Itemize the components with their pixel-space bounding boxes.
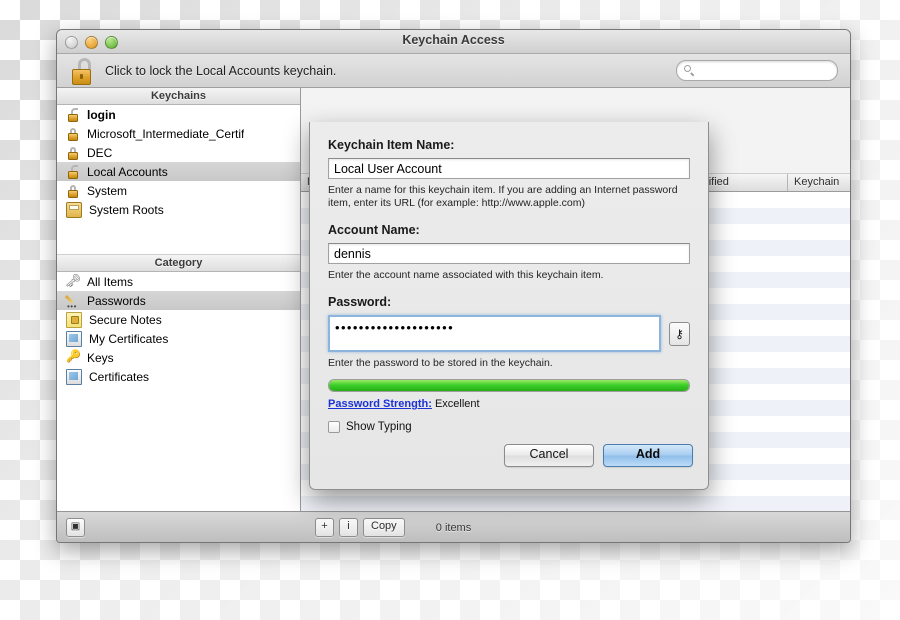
system-roots-icon	[66, 202, 82, 218]
sidebar-item-label: System Roots	[89, 203, 164, 217]
password-strength-bar	[328, 379, 690, 392]
sidebar-item-login[interactable]: login	[57, 105, 300, 124]
sidebar-item-label: All Items	[87, 275, 133, 289]
padlock-open-icon	[66, 108, 80, 122]
sidebar-item-label: Local Accounts	[87, 165, 168, 179]
show-typing-checkbox[interactable]	[328, 421, 340, 433]
certificate-icon	[66, 331, 82, 347]
password-strength-line: Password Strength: Excellent	[328, 398, 690, 410]
secure-note-icon	[66, 312, 82, 328]
sidebar-item-all-items[interactable]: All Items	[57, 272, 300, 291]
sidebar-item-my-certificates[interactable]: My Certificates	[57, 329, 300, 348]
lock-message: Click to lock the Local Accounts keychai…	[105, 64, 336, 78]
search-input[interactable]	[699, 64, 828, 78]
padlock-open-icon	[66, 165, 80, 179]
show-typing-row[interactable]: Show Typing	[328, 421, 690, 433]
bottom-bar: ▣ + i Copy 0 items	[57, 511, 850, 543]
show-typing-label: Show Typing	[346, 421, 412, 433]
key-icon	[66, 351, 80, 365]
password-help: Enter the password to be stored in the k…	[328, 357, 690, 370]
sidebar-item-passwords[interactable]: Passwords	[57, 291, 300, 310]
sidebar-item-system[interactable]: System	[57, 181, 300, 200]
item-count-label: 0 items	[57, 522, 850, 534]
sidebar: Keychains login Microsoft_Intermediate_C…	[57, 88, 301, 511]
sidebar-item-label: Keys	[87, 351, 114, 365]
account-name-help: Enter the account name associated with t…	[328, 269, 690, 282]
pencil-icon	[66, 294, 80, 308]
certificate-icon	[66, 369, 82, 385]
password-strength-fill	[329, 380, 689, 391]
sidebar-item-label: System	[87, 184, 127, 198]
keychains-list: login Microsoft_Intermediate_Certif DEC …	[57, 105, 300, 254]
window-title: Keychain Access	[57, 33, 850, 47]
sidebar-item-label: Certificates	[89, 370, 149, 384]
sidebar-item-label: My Certificates	[89, 332, 168, 346]
password-strength-value: Excellent	[435, 398, 480, 410]
account-name-input[interactable]	[328, 243, 690, 264]
password-assistant-button[interactable]: ⚷	[669, 322, 690, 346]
keychain-access-window: Keychain Access Click to lock the Local …	[56, 29, 851, 543]
sidebar-item-dec[interactable]: DEC	[57, 143, 300, 162]
keychain-item-name-input[interactable]	[328, 158, 690, 179]
title-bar: Keychain Access	[57, 30, 850, 54]
category-list: All Items Passwords Secure Notes My Cert…	[57, 272, 300, 511]
toolbar: Click to lock the Local Accounts keychai…	[57, 54, 850, 88]
account-name-label: Account Name:	[328, 223, 690, 237]
keyring-icon	[66, 275, 80, 289]
cancel-button[interactable]: Cancel	[504, 444, 594, 467]
keychain-item-name-help: Enter a name for this keychain item. If …	[328, 184, 690, 210]
password-strength-link[interactable]: Password Strength:	[328, 398, 432, 410]
category-header: Category	[57, 254, 300, 272]
password-input[interactable]: ••••••••••••••••••••	[328, 315, 661, 352]
padlock-open-icon[interactable]	[70, 58, 96, 84]
add-button[interactable]: Add	[603, 444, 693, 467]
dialog-buttons: Cancel Add	[504, 444, 693, 467]
key-icon: ⚷	[675, 327, 684, 341]
sidebar-item-label: Secure Notes	[89, 313, 162, 327]
sidebar-item-secure-notes[interactable]: Secure Notes	[57, 310, 300, 329]
password-label: Password:	[328, 295, 690, 309]
padlock-closed-icon	[66, 127, 80, 141]
keychains-header: Keychains	[57, 88, 300, 105]
search-icon	[684, 65, 695, 76]
sidebar-item-microsoft-intermediate-certif[interactable]: Microsoft_Intermediate_Certif	[57, 124, 300, 143]
sidebar-item-label: DEC	[87, 146, 112, 160]
sidebar-item-certificates[interactable]: Certificates	[57, 367, 300, 386]
new-password-item-dialog: Keychain Item Name: Enter a name for thi…	[309, 122, 709, 490]
sidebar-item-local-accounts[interactable]: Local Accounts	[57, 162, 300, 181]
column-header-keychain[interactable]: Keychain	[788, 174, 850, 191]
keychain-item-name-label: Keychain Item Name:	[328, 138, 690, 152]
padlock-closed-icon	[66, 184, 80, 198]
sidebar-item-label: Microsoft_Intermediate_Certif	[87, 127, 244, 141]
padlock-closed-icon	[66, 146, 80, 160]
sidebar-item-system-roots[interactable]: System Roots	[57, 200, 300, 219]
sidebar-item-label: Passwords	[87, 294, 146, 308]
search-field[interactable]	[676, 60, 838, 81]
sidebar-item-label: login	[87, 108, 116, 122]
sidebar-item-keys[interactable]: Keys	[57, 348, 300, 367]
